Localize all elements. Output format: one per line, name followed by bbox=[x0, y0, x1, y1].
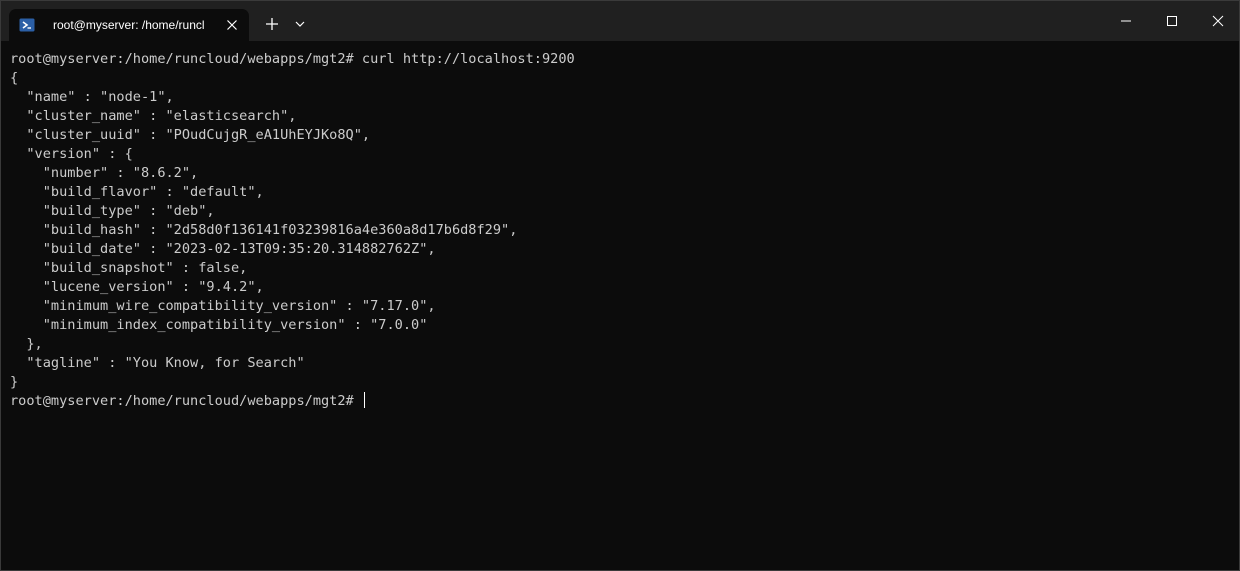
close-tab-icon[interactable] bbox=[221, 15, 243, 35]
terminal-line: "build_hash" : "2d58d0f136141f03239816a4… bbox=[10, 222, 518, 238]
maximize-button[interactable] bbox=[1149, 1, 1195, 41]
maximize-icon bbox=[1167, 16, 1177, 26]
terminal-line: "name" : "node-1", bbox=[10, 89, 174, 105]
terminal-line: "build_flavor" : "default", bbox=[10, 184, 264, 200]
terminal-line: "tagline" : "You Know, for Search" bbox=[10, 355, 305, 371]
terminal-line: root@myserver:/home/runcloud/webapps/mgt… bbox=[10, 51, 575, 67]
terminal-line: } bbox=[10, 374, 19, 390]
close-icon bbox=[1212, 15, 1224, 27]
tab-title: root@myserver: /home/runclo bbox=[53, 18, 205, 32]
close-window-button[interactable] bbox=[1195, 1, 1239, 41]
prompt-text: root@myserver:/home/runcloud/webapps/mgt… bbox=[10, 393, 362, 409]
terminal-line: "build_type" : "deb", bbox=[10, 203, 215, 219]
title-bar: root@myserver: /home/runclo bbox=[1, 1, 1239, 41]
terminal-line: }, bbox=[10, 336, 43, 352]
minimize-button[interactable] bbox=[1103, 1, 1149, 41]
terminal-line: { bbox=[10, 70, 19, 86]
terminal-line: "cluster_name" : "elasticsearch", bbox=[10, 108, 297, 124]
tab-dropdown-button[interactable] bbox=[289, 11, 311, 37]
plus-icon bbox=[266, 18, 278, 30]
terminal-line: "minimum_index_compatibility_version" : … bbox=[10, 317, 428, 333]
terminal-line: "build_date" : "2023-02-13T09:35:20.3148… bbox=[10, 241, 436, 257]
prompt-line[interactable]: root@myserver:/home/runcloud/webapps/mgt… bbox=[10, 392, 1231, 411]
minimize-icon bbox=[1121, 20, 1131, 22]
terminal-line: "build_snapshot" : false, bbox=[10, 260, 248, 276]
terminal-output[interactable]: root@myserver:/home/runcloud/webapps/mgt… bbox=[10, 50, 1231, 411]
powershell-icon bbox=[19, 17, 35, 33]
terminal-line: "number" : "8.6.2", bbox=[10, 165, 199, 181]
terminal-line: "version" : { bbox=[10, 146, 133, 162]
text-cursor bbox=[363, 392, 365, 408]
tab-active[interactable]: root@myserver: /home/runclo bbox=[9, 9, 249, 41]
terminal-line: "cluster_uuid" : "POudCujgR_eA1UhEYJKo8Q… bbox=[10, 127, 371, 143]
chevron-down-icon bbox=[295, 21, 305, 27]
new-tab-button[interactable] bbox=[259, 11, 285, 37]
terminal-line: "lucene_version" : "9.4.2", bbox=[10, 279, 264, 295]
terminal-line: "minimum_wire_compatibility_version" : "… bbox=[10, 298, 436, 314]
terminal-window: root@myserver: /home/runclo root@myserve… bbox=[0, 0, 1240, 571]
